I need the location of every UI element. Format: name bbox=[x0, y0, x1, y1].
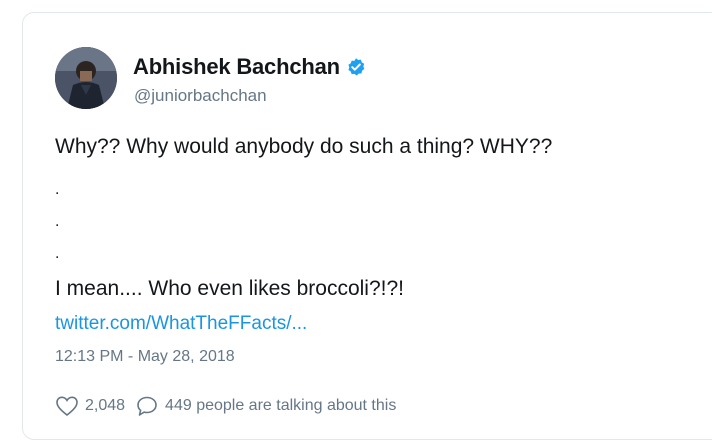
author-handle[interactable]: @juniorbachchan bbox=[134, 86, 267, 106]
tweet-link[interactable]: twitter.com/WhatTheFFacts/... bbox=[55, 313, 307, 335]
tweet-text-line-5: I mean.... Who even likes broccoli?!?! bbox=[55, 277, 404, 300]
tweet-text-line-3: . bbox=[55, 213, 60, 230]
reply-bubble-icon[interactable] bbox=[135, 395, 159, 417]
tweet-text-line-2: . bbox=[55, 181, 60, 198]
avatar[interactable] bbox=[55, 47, 117, 109]
tweet-text-line-1: Why?? Why would anybody do such a thing?… bbox=[55, 135, 553, 158]
conversation-count[interactable]: 449 people are talking about this bbox=[165, 397, 396, 415]
verified-badge-icon bbox=[346, 57, 366, 77]
profile-photo-icon bbox=[55, 47, 117, 109]
tweet-card: Abhishek Bachchan @juniorbachchan Why?? … bbox=[22, 12, 712, 440]
author-name[interactable]: Abhishek Bachchan bbox=[133, 54, 340, 80]
likes-count[interactable]: 2,048 bbox=[85, 397, 125, 415]
author-name-row: Abhishek Bachchan bbox=[133, 53, 366, 81]
heart-icon[interactable] bbox=[55, 395, 79, 417]
tweet-timestamp[interactable]: 12:13 PM - May 28, 2018 bbox=[55, 348, 235, 366]
tweet-actions: 2,048 449 people are talking about this bbox=[55, 393, 396, 419]
tweet-text-line-4: . bbox=[55, 245, 60, 262]
